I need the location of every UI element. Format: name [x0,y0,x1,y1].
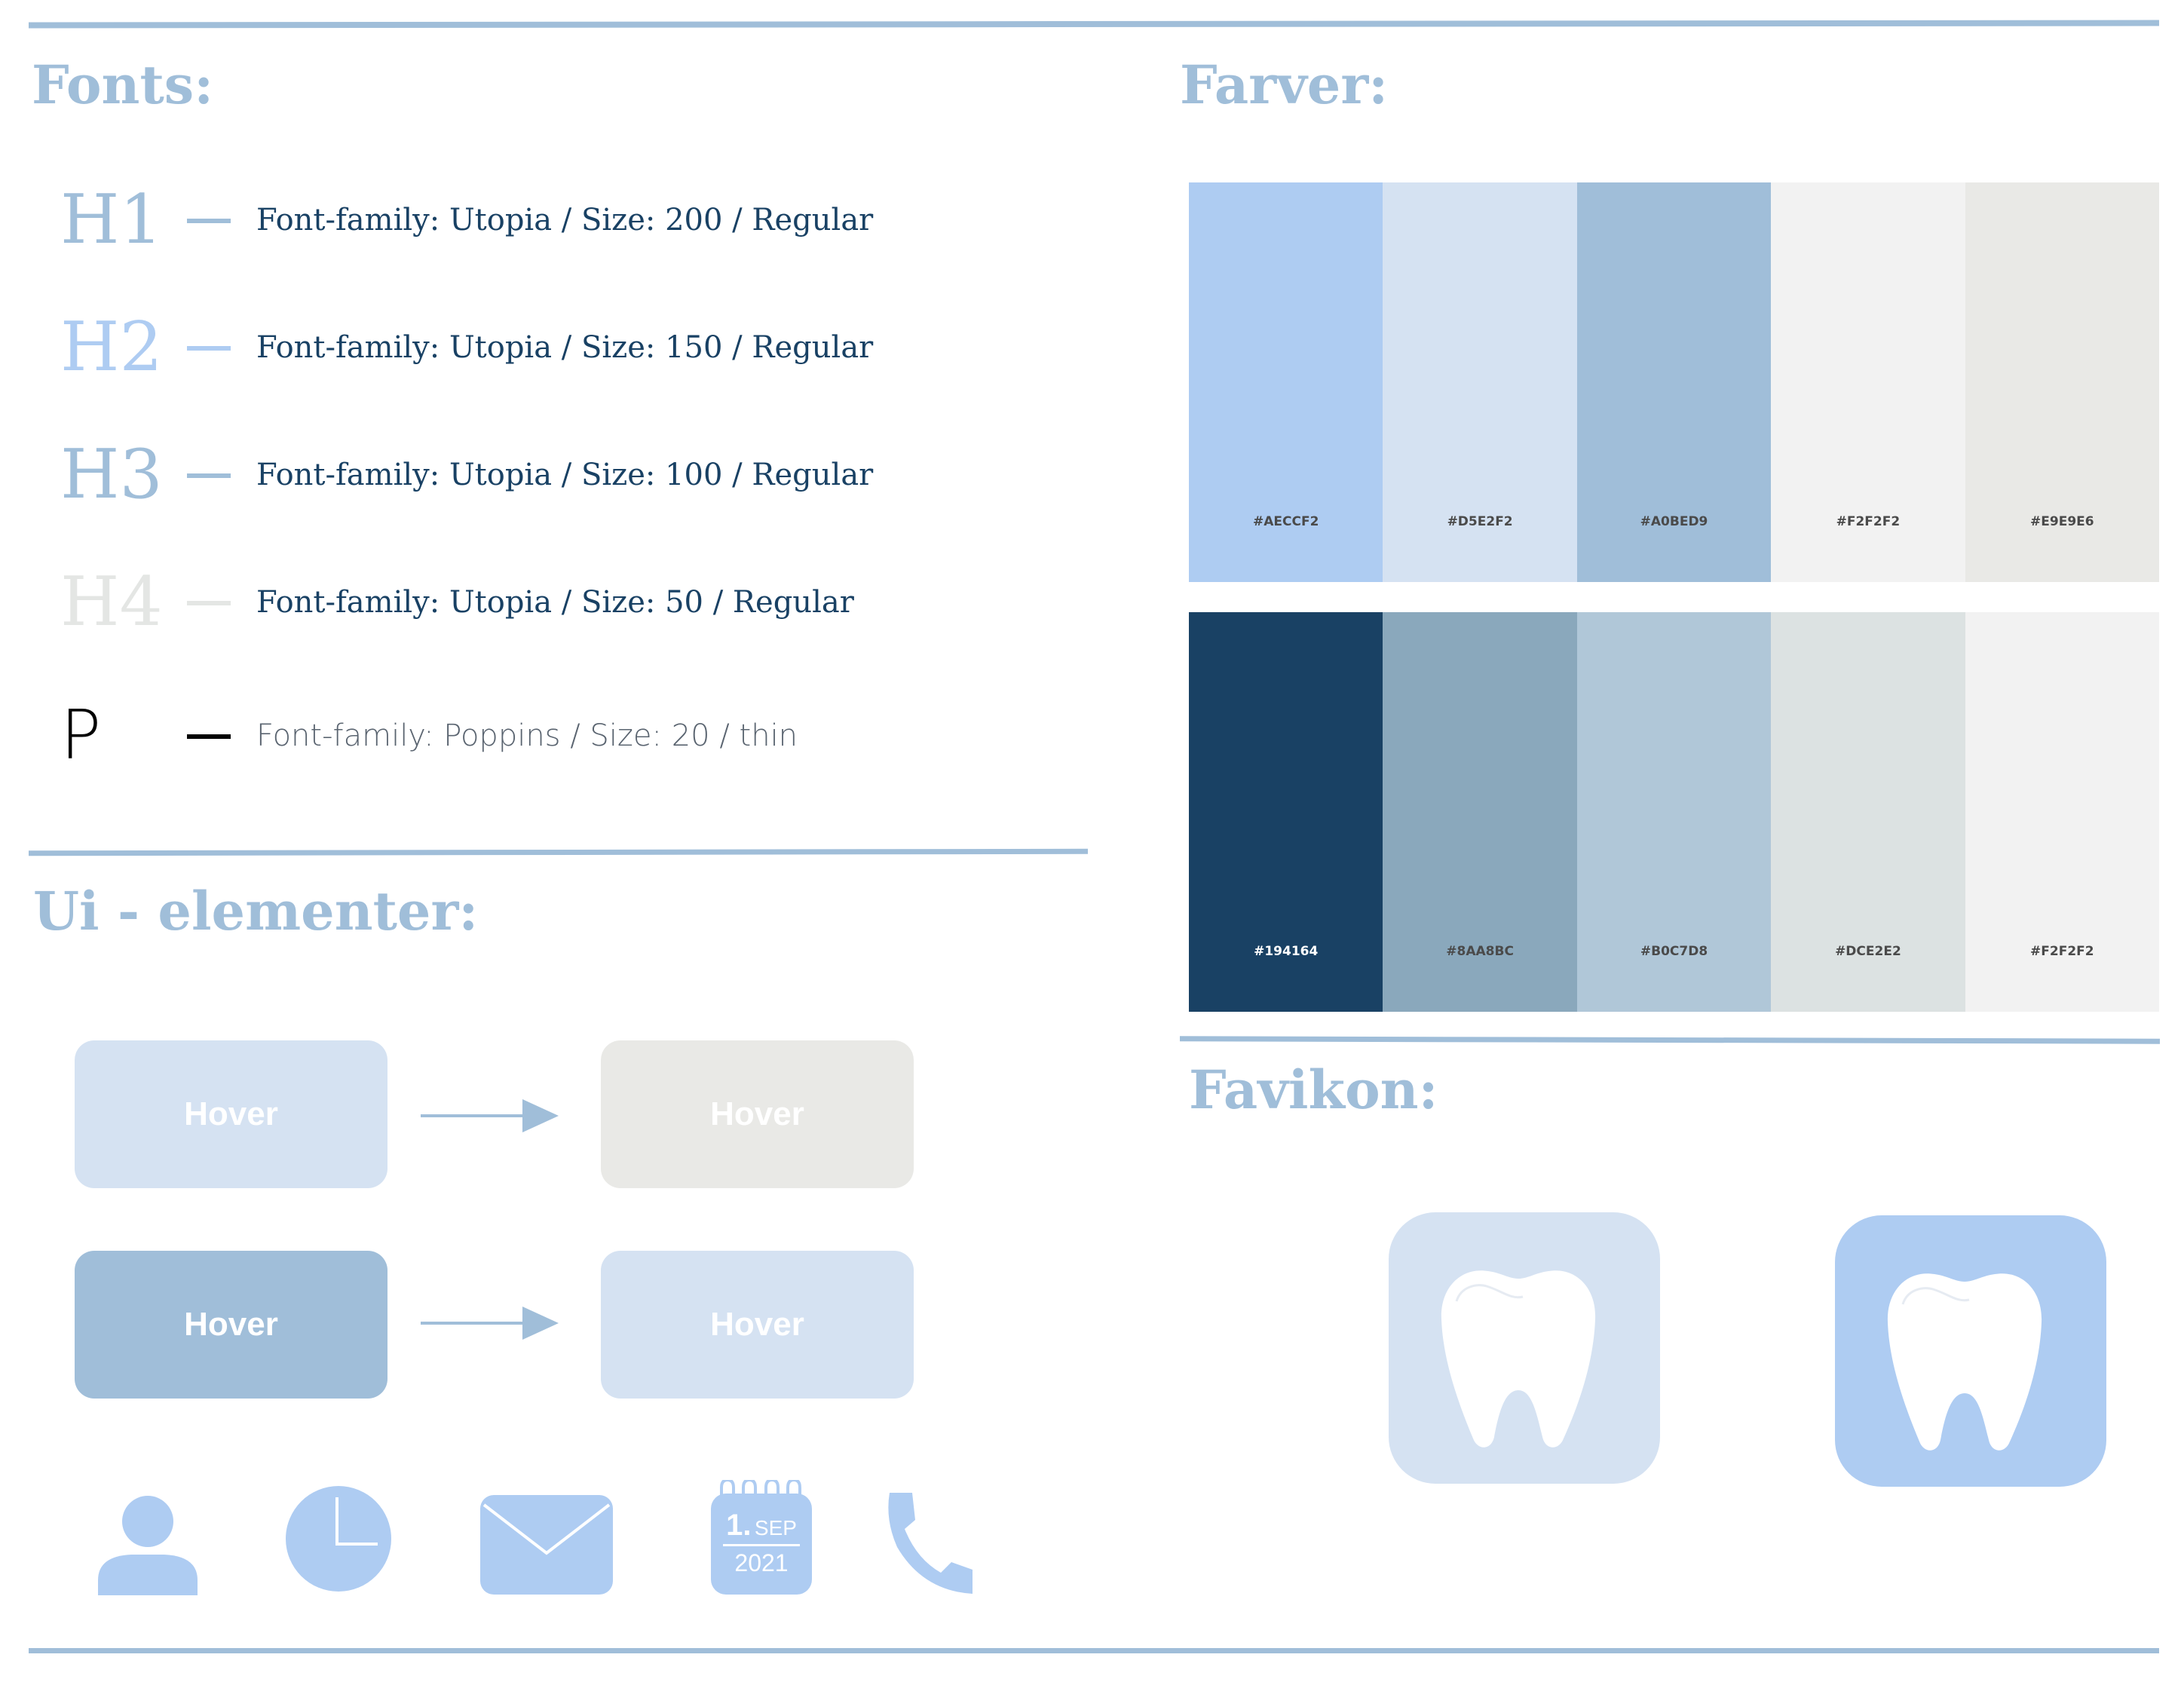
font-tag-h2: H2 [60,308,163,387]
color-swatch-row-1: #AECCF2 #D5E2F2 #A0BED9 #F2F2F2 #E9E9E6 [1189,182,2160,582]
font-tag-h3: H3 [60,435,163,514]
font-dash-p [187,734,231,739]
phone-icon [888,1493,973,1594]
user-icon [98,1496,198,1595]
colors-bottom-divider [1179,1036,2161,1044]
font-desc-h3: Font-family: Utopia / Size: 100 / Regula… [256,458,874,492]
color-swatch-row-2: #194164 #8AA8BC #B0C7D8 #DCE2E2 #F2F2F2 [1189,612,2160,1012]
font-dash-h3 [187,473,231,478]
color-swatch: #F2F2F2 [1771,182,1965,582]
color-code: #194164 [1254,944,1319,959]
color-code: #D5E2F2 [1447,514,1513,529]
colors-title: Farver: [1180,54,1389,116]
hover-button-state[interactable]: Hover [601,1040,914,1188]
fonts-title: Fonts: [32,54,214,116]
color-swatch: #E9E9E6 [1965,182,2160,582]
color-swatch: #DCE2E2 [1771,612,1965,1012]
color-swatch: #B0C7D8 [1576,612,1772,1012]
color-code: #F2F2F2 [2030,944,2094,959]
color-swatch: #A0BED9 [1576,182,1772,582]
top-divider [28,20,2160,29]
font-desc-h2: Font-family: Utopia / Size: 150 / Regula… [256,330,874,365]
font-desc-h1: Font-family: Utopia / Size: 200 / Regula… [256,203,874,237]
tooth-icon [1887,1273,2042,1451]
color-swatch: #AECCF2 [1189,182,1383,582]
color-swatch: #F2F2F2 [1965,612,2160,1012]
hover-button-primary[interactable]: Hover [75,1251,387,1399]
tooth-favicon-light [1389,1212,1660,1484]
favicon-title: Favikon: [1189,1059,1438,1121]
color-swatch: #194164 [1189,612,1383,1012]
calendar-day: 1. [726,1509,752,1542]
font-dash-h2 [187,346,231,351]
arrow-right-icon [421,1099,559,1132]
calendar-icon: 1. SEP 2021 [711,1480,812,1595]
color-swatch: #D5E2F2 [1383,182,1577,582]
tooth-icon [1441,1270,1596,1448]
calendar-date: 1. SEP [711,1509,812,1543]
arrow-right-icon [421,1307,559,1340]
color-swatch: #8AA8BC [1383,612,1577,1012]
font-tag-h1: H1 [60,180,163,259]
tooth-favicon-blue [1835,1215,2106,1487]
color-code: #8AA8BC [1446,944,1514,959]
font-dash-h4 [187,601,231,605]
font-tag-h4: H4 [60,562,163,642]
color-code: #B0C7D8 [1640,944,1708,959]
mail-icon [480,1495,613,1595]
ui-elements-title: Ui - elementer: [33,880,479,942]
calendar-year: 2021 [734,1549,789,1576]
color-code: #AECCF2 [1252,514,1319,529]
font-desc-h4: Font-family: Utopia / Size: 50 / Regular [256,585,854,620]
font-desc-p: Font-family: Poppins / Size: 20 / thin [256,718,798,753]
color-code: #E9E9E6 [2030,514,2094,529]
font-dash-h1 [187,219,231,223]
font-tag-p: P [60,696,102,775]
clock-icon [286,1486,391,1592]
calendar-month: SEP [754,1516,797,1540]
color-code: #DCE2E2 [1835,944,1901,959]
calendar-divider [723,1544,800,1546]
hover-button-primary-state[interactable]: Hover [601,1251,914,1399]
color-code: #A0BED9 [1640,514,1708,529]
color-code: #F2F2F2 [1836,514,1901,529]
hover-button-default[interactable]: Hover [75,1040,387,1188]
fonts-bottom-divider [28,848,1089,856]
bottom-divider [29,1648,2159,1653]
